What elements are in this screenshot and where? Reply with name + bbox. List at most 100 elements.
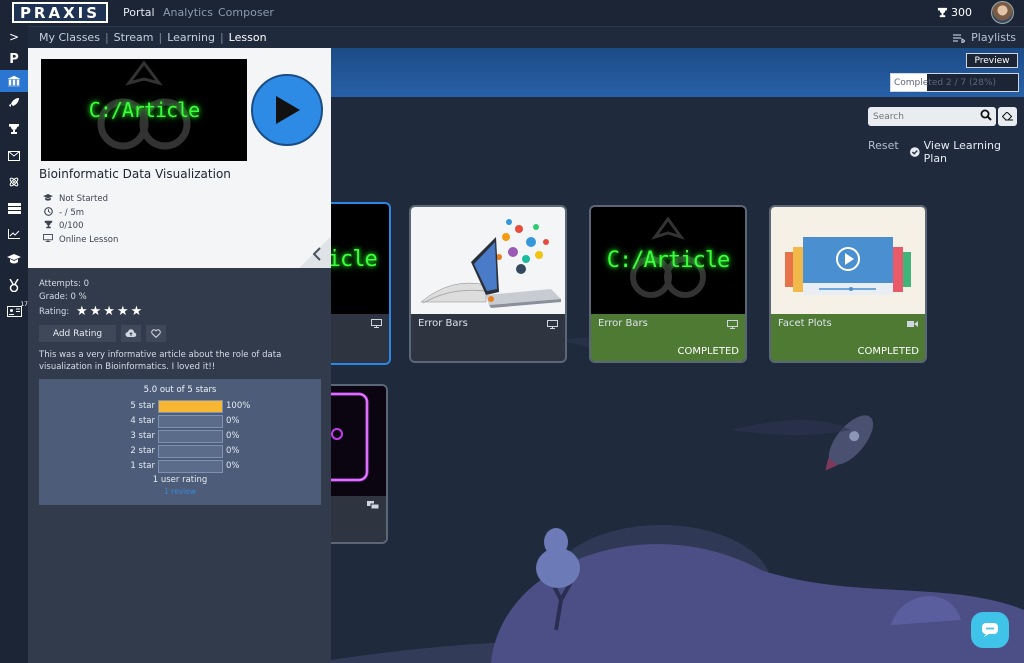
progress-text: Completed 2 / 7 (28%) [894, 77, 997, 88]
cloud-upload-icon [125, 329, 137, 337]
rail-medal[interactable] [0, 274, 28, 296]
star-icon[interactable]: ★ [103, 304, 115, 319]
graduation-cap-icon [43, 194, 53, 204]
rating-bar-row[interactable]: 4 star 0% [39, 415, 321, 428]
nav-composer[interactable]: Composer [218, 6, 274, 19]
playlist-icon [953, 33, 966, 43]
lesson-thumbnail-text: C:/Article [88, 98, 200, 122]
rating-stars[interactable]: ★ ★ ★ ★ ★ [76, 304, 142, 319]
rail-graduation[interactable] [0, 248, 28, 270]
breadcrumb-my-classes[interactable]: My Classes [39, 31, 100, 44]
rating-bar [158, 445, 223, 458]
star-icon[interactable]: ★ [76, 304, 88, 319]
praxis-logo[interactable]: PRAXIS [12, 2, 108, 23]
card-title: Error Bars [598, 318, 648, 329]
rating-summary: 5.0 out of 5 stars [143, 385, 217, 395]
rail-stack[interactable] [0, 197, 28, 219]
user-rating-count: 1 user rating [152, 475, 208, 485]
breadcrumb-learning[interactable]: Learning [167, 31, 215, 44]
playlists-button[interactable]: Playlists [952, 31, 1016, 44]
breadcrumb-lesson: Lesson [228, 31, 267, 44]
rating-bar-row[interactable]: 3 star 0% [39, 430, 321, 443]
medal-icon [9, 278, 19, 292]
star-icon[interactable]: ★ [117, 304, 129, 319]
lesson-thumbnail[interactable]: C:/Article [41, 59, 247, 161]
graduation-cap-icon [7, 254, 21, 264]
rocket-icon [9, 98, 19, 107]
rating-bar-percent: 0% [226, 431, 240, 441]
rating-bar [158, 400, 223, 413]
rail-rocket[interactable] [0, 92, 28, 114]
attempts-text: Attempts: 0 [39, 279, 89, 289]
rating-bar-row[interactable]: 1 star 0% [39, 460, 321, 473]
chevron-right-icon: > [8, 30, 20, 44]
collapse-panel-button[interactable] [312, 247, 321, 265]
trophy-icon [43, 220, 53, 232]
rail-institution[interactable] [0, 70, 28, 92]
chat-icon [982, 623, 998, 637]
nav-portal[interactable]: Portal [123, 6, 155, 19]
card-thumbnail [411, 207, 565, 314]
upload-button[interactable] [121, 325, 141, 342]
lesson-duration-text: - / 5m [59, 208, 85, 218]
rating-bar [158, 460, 223, 473]
search-box [868, 107, 996, 126]
search-icon[interactable] [980, 109, 992, 124]
laptop-books-illustration [420, 219, 561, 308]
completion-progress: Completed 2 / 7 (28%) [890, 73, 1019, 92]
lesson-card[interactable]: Error Bars [409, 205, 567, 363]
rail-analytics[interactable] [0, 223, 28, 245]
rating-bar-row[interactable]: 5 star 100% [39, 400, 321, 413]
card-title: Facet Plots [778, 318, 832, 329]
atom-icon [9, 177, 19, 187]
monitor-icon [371, 319, 382, 331]
add-rating-button[interactable]: Add Rating [39, 325, 116, 342]
rail-praxis[interactable]: P [0, 48, 28, 70]
rating-label: Rating: [39, 307, 70, 317]
rail-mail[interactable] [0, 145, 28, 167]
lesson-card[interactable]: Facet Plots COMPLETED [769, 205, 927, 363]
video-player-illustration [785, 237, 911, 295]
rating-bar-row[interactable]: 2 star 0% [39, 445, 321, 458]
check-circle-icon [910, 147, 920, 157]
rating-bar [158, 430, 223, 443]
chat-button[interactable] [971, 612, 1009, 648]
view-learning-plan-button[interactable]: View Learning Plan [910, 139, 1024, 165]
clock-icon [43, 207, 53, 219]
rating-bar [158, 415, 223, 428]
rail-trophy[interactable] [0, 118, 28, 140]
lesson-status: Not Started [43, 194, 108, 204]
rail-atom[interactable] [0, 171, 28, 193]
preview-button[interactable]: Preview [966, 53, 1018, 68]
rail-expand[interactable]: > [0, 26, 28, 48]
favorite-button[interactable] [146, 325, 166, 342]
lesson-points: 0/100 [43, 220, 84, 232]
trophy-icon [9, 124, 19, 134]
chat-bubbles-icon [367, 501, 380, 513]
play-button[interactable] [251, 74, 323, 146]
reviews-link[interactable]: 1 review [39, 487, 321, 496]
review-text: This was a very informative article abou… [39, 350, 282, 372]
rating-bar-label: 3 star [130, 431, 155, 441]
lesson-duration: - / 5m [43, 207, 84, 219]
line-chart-icon [8, 229, 20, 239]
grade-text: Grade: 0 % [39, 292, 87, 302]
rating-bar-percent: 0% [226, 416, 240, 426]
trophy-points[interactable]: 300 [937, 6, 972, 19]
breadcrumb-bar: My Classes | Stream | Learning | Lesson … [0, 26, 1024, 48]
user-avatar[interactable] [991, 1, 1014, 24]
clear-search-button[interactable] [998, 107, 1017, 126]
nav-analytics[interactable]: Analytics [163, 6, 213, 19]
star-icon[interactable]: ★ [90, 304, 102, 319]
star-icon[interactable]: ★ [131, 304, 143, 319]
reset-button[interactable]: Reset [868, 139, 899, 152]
lesson-detail-panel: C:/Article Bioinformatic Data Visualizat… [28, 48, 331, 268]
lesson-card[interactable]: C:/Article Error Bars COMPLETED [589, 205, 747, 363]
breadcrumb-stream[interactable]: Stream [114, 31, 154, 44]
rating-bar-label: 2 star [130, 446, 155, 456]
rating-bar-fill [159, 401, 222, 412]
search-input[interactable] [868, 111, 968, 122]
completed-badge: COMPLETED [677, 346, 739, 357]
rail-id-card[interactable]: 17 [0, 300, 28, 322]
trophy-icon [937, 7, 948, 18]
